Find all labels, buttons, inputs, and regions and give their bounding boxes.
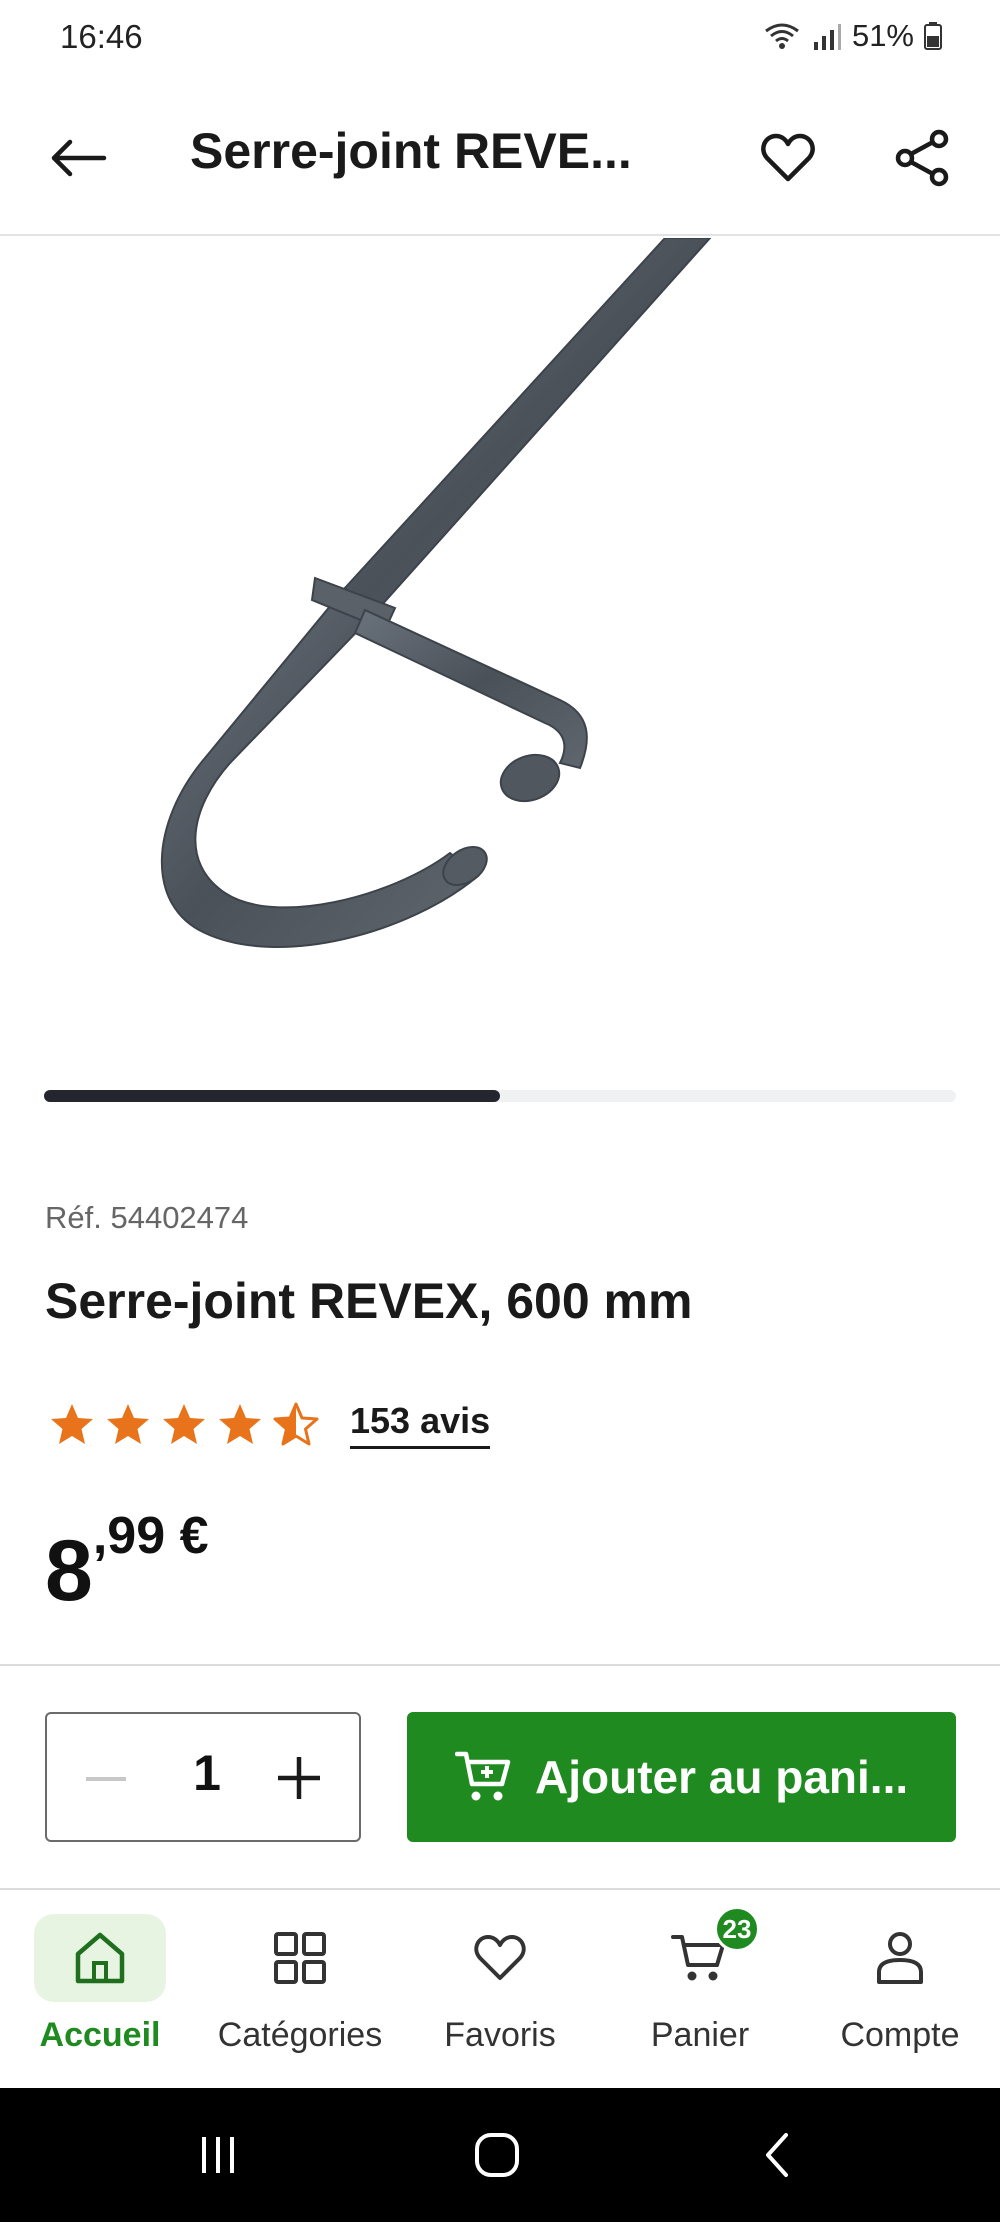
signal-icon xyxy=(813,24,841,50)
share-icon xyxy=(895,129,949,187)
nav-label-accueil: Accueil xyxy=(39,2016,161,2054)
home-icon xyxy=(75,1932,125,1984)
heart-icon xyxy=(474,1935,526,1980)
add-to-cart-button[interactable]: Ajouter au pani... xyxy=(407,1712,956,1842)
star-full-icon xyxy=(107,1403,149,1444)
nav-icon-container xyxy=(834,1914,966,2002)
product-price: 8 ,99 € xyxy=(45,1508,209,1614)
plus-icon xyxy=(278,1757,320,1799)
nav-item-panier[interactable]: 23 Panier xyxy=(600,1890,800,2088)
price-integer: 8 xyxy=(45,1523,93,1619)
nav-item-compte[interactable]: Compte xyxy=(800,1890,1000,2088)
nav-item-accueil[interactable]: Accueil xyxy=(0,1890,200,2088)
chevron-left-icon xyxy=(766,2133,788,2177)
grid-icon xyxy=(274,1932,326,1984)
add-to-cart-label: Ajouter au pani... xyxy=(535,1751,909,1803)
battery-percent: 51% xyxy=(851,18,914,53)
quantity-stepper[interactable]: 1 xyxy=(45,1712,361,1842)
status-icons: 51% xyxy=(762,18,942,54)
page-title: Serre-joint REVE... xyxy=(190,123,632,179)
cart-count-badge: 23 xyxy=(714,1906,760,1952)
carousel-progress-fill xyxy=(44,1090,500,1102)
cart-icon xyxy=(455,1751,511,1801)
bar-clamp-image xyxy=(160,237,713,948)
price-decimal: ,99 € xyxy=(92,1507,209,1565)
recent-apps-button[interactable] xyxy=(183,2120,253,2190)
product-image[interactable] xyxy=(0,237,1000,1038)
nav-item-categories[interactable]: Catégories xyxy=(200,1890,400,2088)
heart-icon xyxy=(761,133,815,182)
star-full-icon xyxy=(219,1403,261,1444)
product-rating[interactable]: 153 avis xyxy=(48,1400,491,1449)
nav-label-panier: Panier xyxy=(650,2016,750,2054)
reviews-link[interactable]: 153 avis xyxy=(350,1400,491,1449)
nav-item-favoris[interactable]: Favoris xyxy=(400,1890,600,2088)
star-full-icon xyxy=(163,1403,205,1444)
nav-label-categories: Catégories xyxy=(217,2016,383,2054)
nav-icon-container xyxy=(34,1914,166,2002)
wifi-icon xyxy=(765,23,799,49)
minus-icon xyxy=(86,1777,126,1781)
share-button[interactable] xyxy=(884,120,960,196)
home-button[interactable] xyxy=(462,2120,532,2190)
product-title: Serre-joint REVEX, 600 mm xyxy=(45,1273,693,1329)
system-navigation-bar xyxy=(0,2088,1000,2222)
nav-label-favoris: Favoris xyxy=(444,2016,556,2054)
nav-icon-container: 23 xyxy=(634,1906,766,2002)
battery-icon xyxy=(924,22,942,50)
app-header: Serre-joint REVE... xyxy=(0,80,1000,236)
image-carousel-progress xyxy=(44,1090,956,1102)
bottom-navigation: Accueil Catégories Favoris 23 Panier Com… xyxy=(0,1890,1000,2088)
arrow-left-icon xyxy=(51,139,107,177)
nav-label-compte: Compte xyxy=(840,2016,960,2054)
quantity-value[interactable]: 1 xyxy=(167,1744,247,1802)
system-back-button[interactable] xyxy=(743,2120,813,2190)
increase-quantity-button[interactable] xyxy=(269,1748,329,1808)
decrease-quantity-button[interactable] xyxy=(81,1754,131,1804)
star-full-icon xyxy=(51,1403,93,1444)
home-circle-icon xyxy=(475,2133,519,2177)
divider xyxy=(0,1664,1000,1666)
back-button[interactable] xyxy=(40,120,116,196)
product-reference: Réf. 54402474 xyxy=(45,1200,249,1235)
nav-icon-container xyxy=(434,1914,566,2002)
rating-stars xyxy=(48,1401,320,1449)
user-icon xyxy=(877,1932,923,1984)
favorite-button[interactable] xyxy=(750,120,826,196)
star-half-icon xyxy=(273,1402,319,1445)
status-time: 16:46 xyxy=(60,18,143,55)
nav-icon-container xyxy=(234,1914,366,2002)
recent-apps-icon xyxy=(202,2137,234,2173)
status-bar: 16:46 51% xyxy=(0,0,1000,80)
